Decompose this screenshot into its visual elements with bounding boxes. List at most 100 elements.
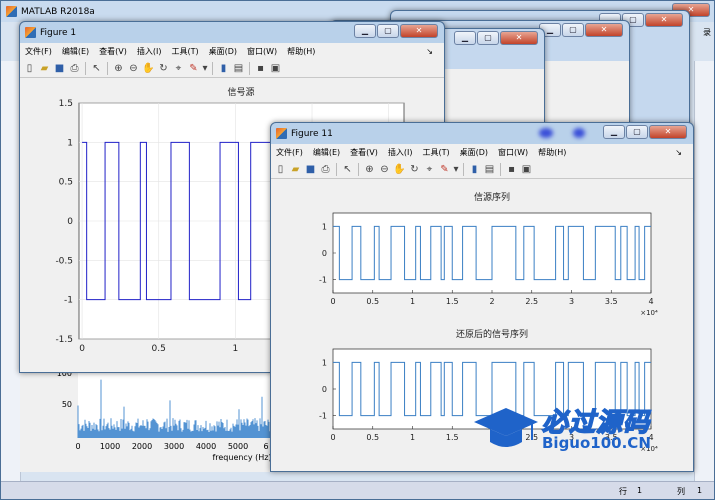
close-button[interactable]: ✕ — [585, 23, 623, 37]
figure11-ytick-label: -1 — [319, 412, 327, 421]
matlab-logo-icon — [6, 6, 17, 17]
minimize-button[interactable]: ▁ — [603, 125, 625, 139]
minimize-button[interactable]: ▁ — [354, 24, 376, 38]
spectrum-xtick: 5000 — [228, 442, 248, 451]
brush-icon[interactable]: ✎ — [187, 62, 200, 75]
figure11-xtick-label: 0.5 — [366, 297, 379, 306]
menu-desktop[interactable]: 桌面(D) — [204, 46, 242, 57]
title-bar-blur-icon — [539, 128, 553, 138]
menu-tools[interactable]: 工具(T) — [166, 46, 203, 57]
rotate-icon[interactable]: ↻ — [157, 62, 170, 75]
minimize-button[interactable]: ▁ — [454, 31, 476, 45]
maximize-button[interactable]: ▢ — [377, 24, 399, 38]
spectrum-plot: 100 50 0 1000 2000 3000 4000 5000 6 freq… — [57, 360, 278, 462]
pan-icon[interactable]: ✋ — [142, 62, 155, 75]
menubar-dock-arrow-icon[interactable]: ↘ — [670, 148, 687, 157]
close-button[interactable]: ✕ — [645, 13, 683, 27]
pan-icon[interactable]: ✋ — [393, 163, 406, 176]
brush-dropdown-icon[interactable]: ▾ — [453, 163, 459, 176]
open-file-icon[interactable]: ▰ — [38, 62, 51, 75]
pointer-icon[interactable]: ↖ — [90, 62, 103, 75]
menu-edit[interactable]: 编辑(E) — [57, 46, 94, 57]
figure1-xtick-label: 0 — [79, 344, 85, 354]
figure1-title: Figure 1 — [40, 27, 77, 38]
figure1-xtick-label: 0.5 — [152, 344, 166, 354]
status-col-value: 1 — [697, 486, 703, 495]
figure1-toolbar: ▯ ▰ ■ ⎙ ↖ ⊕ ⊖ ✋ ↻ ⌖ ✎ ▾ ▮ ▤ ▪ ▣ — [20, 59, 444, 78]
main-window-title: MATLAB R2018a — [21, 6, 95, 17]
matlab-figure-icon — [25, 27, 36, 38]
figure11-toolbar: ▯ ▰ ■ ⎙ ↖ ⊕ ⊖ ✋ ↻ ⌖ ✎ ▾ ▮ ▤ ▪ ▣ — [271, 160, 693, 179]
menu-edit[interactable]: 编辑(E) — [308, 147, 345, 158]
new-figure-icon[interactable]: ▯ — [274, 163, 287, 176]
menu-file[interactable]: 文件(F) — [20, 46, 57, 57]
data-cursor-icon[interactable]: ⌖ — [172, 62, 185, 75]
figure11-xtick-label: 3 — [569, 297, 574, 306]
maximize-button[interactable]: ▢ — [562, 23, 584, 37]
figure11-xtick-label: 0 — [330, 433, 335, 442]
zoom-in-icon[interactable]: ⊕ — [363, 163, 376, 176]
figure11-x-exponent: ×10⁴ — [640, 309, 658, 317]
menu-file[interactable]: 文件(F) — [271, 147, 308, 158]
menu-view[interactable]: 查看(V) — [345, 147, 383, 158]
spectrum-xtick: 2000 — [132, 442, 152, 451]
colorbar-icon[interactable]: ▮ — [217, 62, 230, 75]
brush-dropdown-icon[interactable]: ▾ — [202, 62, 208, 75]
main-side-label: 录 — [703, 28, 711, 37]
figure11-menubar: 文件(F) 编辑(E) 查看(V) 插入(I) 工具(T) 桌面(D) 窗口(W… — [271, 144, 693, 160]
show-plot-tools-icon[interactable]: ▣ — [520, 163, 533, 176]
close-button[interactable]: ✕ — [649, 125, 687, 139]
save-icon[interactable]: ■ — [53, 62, 66, 75]
save-icon[interactable]: ■ — [304, 163, 317, 176]
brush-icon[interactable]: ✎ — [438, 163, 451, 176]
hide-plot-tools-icon[interactable]: ▪ — [505, 163, 518, 176]
menu-view[interactable]: 查看(V) — [94, 46, 132, 57]
menubar-dock-arrow-icon[interactable]: ↘ — [421, 47, 438, 56]
figure1-menubar: 文件(F) 编辑(E) 查看(V) 插入(I) 工具(T) 桌面(D) 窗口(W… — [20, 43, 444, 59]
zoom-in-icon[interactable]: ⊕ — [112, 62, 125, 75]
figure11-xtick-label: 1 — [410, 433, 415, 442]
menu-help[interactable]: 帮助(H) — [533, 147, 571, 158]
spectrum-ytick: 50 — [62, 400, 72, 409]
legend-icon[interactable]: ▤ — [483, 163, 496, 176]
menu-desktop[interactable]: 桌面(D) — [455, 147, 493, 158]
zoom-out-icon[interactable]: ⊖ — [378, 163, 391, 176]
close-button[interactable]: ✕ — [400, 24, 438, 38]
zoom-out-icon[interactable]: ⊖ — [127, 62, 140, 75]
menu-insert[interactable]: 插入(I) — [383, 147, 418, 158]
data-cursor-icon[interactable]: ⌖ — [423, 163, 436, 176]
print-icon[interactable]: ⎙ — [68, 62, 81, 75]
figure11-window-controls: ▁ ▢ ✕ — [602, 125, 687, 139]
spectrum-xtick: 4000 — [196, 442, 216, 451]
maximize-button[interactable]: ▢ — [477, 31, 499, 45]
open-file-icon[interactable]: ▰ — [289, 163, 302, 176]
figure11-ytick-label: 0 — [322, 249, 327, 258]
print-icon[interactable]: ⎙ — [319, 163, 332, 176]
close-button[interactable]: ✕ — [500, 31, 538, 45]
show-plot-tools-icon[interactable]: ▣ — [269, 62, 282, 75]
figure11-xtick-label: 0 — [330, 297, 335, 306]
legend-icon[interactable]: ▤ — [232, 62, 245, 75]
menu-tools[interactable]: 工具(T) — [417, 147, 454, 158]
pointer-icon[interactable]: ↖ — [341, 163, 354, 176]
menu-window[interactable]: 窗口(W) — [242, 46, 282, 57]
watermark-url: Biguo100.CN — [542, 434, 651, 452]
hide-plot-tools-icon[interactable]: ▪ — [254, 62, 267, 75]
figure11-xtick-label: 1.5 — [446, 297, 459, 306]
rotate-icon[interactable]: ↻ — [408, 163, 421, 176]
figure1-ytick-label: -1.5 — [55, 335, 73, 345]
figure1-ytick-label: 1.5 — [59, 99, 73, 109]
figure11-ytick-label: 1 — [322, 222, 327, 231]
menu-insert[interactable]: 插入(I) — [132, 46, 167, 57]
title-bar-blur-icon — [573, 128, 585, 138]
menu-window[interactable]: 窗口(W) — [493, 147, 533, 158]
status-row-value: 1 — [637, 486, 643, 495]
colorbar-icon[interactable]: ▮ — [468, 163, 481, 176]
figure1-ytick-label: -1 — [64, 296, 73, 306]
maximize-button[interactable]: ▢ — [626, 125, 648, 139]
menu-help[interactable]: 帮助(H) — [282, 46, 320, 57]
new-figure-icon[interactable]: ▯ — [23, 62, 36, 75]
figure1-chart-title: 信号源 — [227, 86, 254, 98]
status-row-label: 行 — [619, 487, 627, 496]
figure11-xtick-label: 2 — [489, 297, 494, 306]
